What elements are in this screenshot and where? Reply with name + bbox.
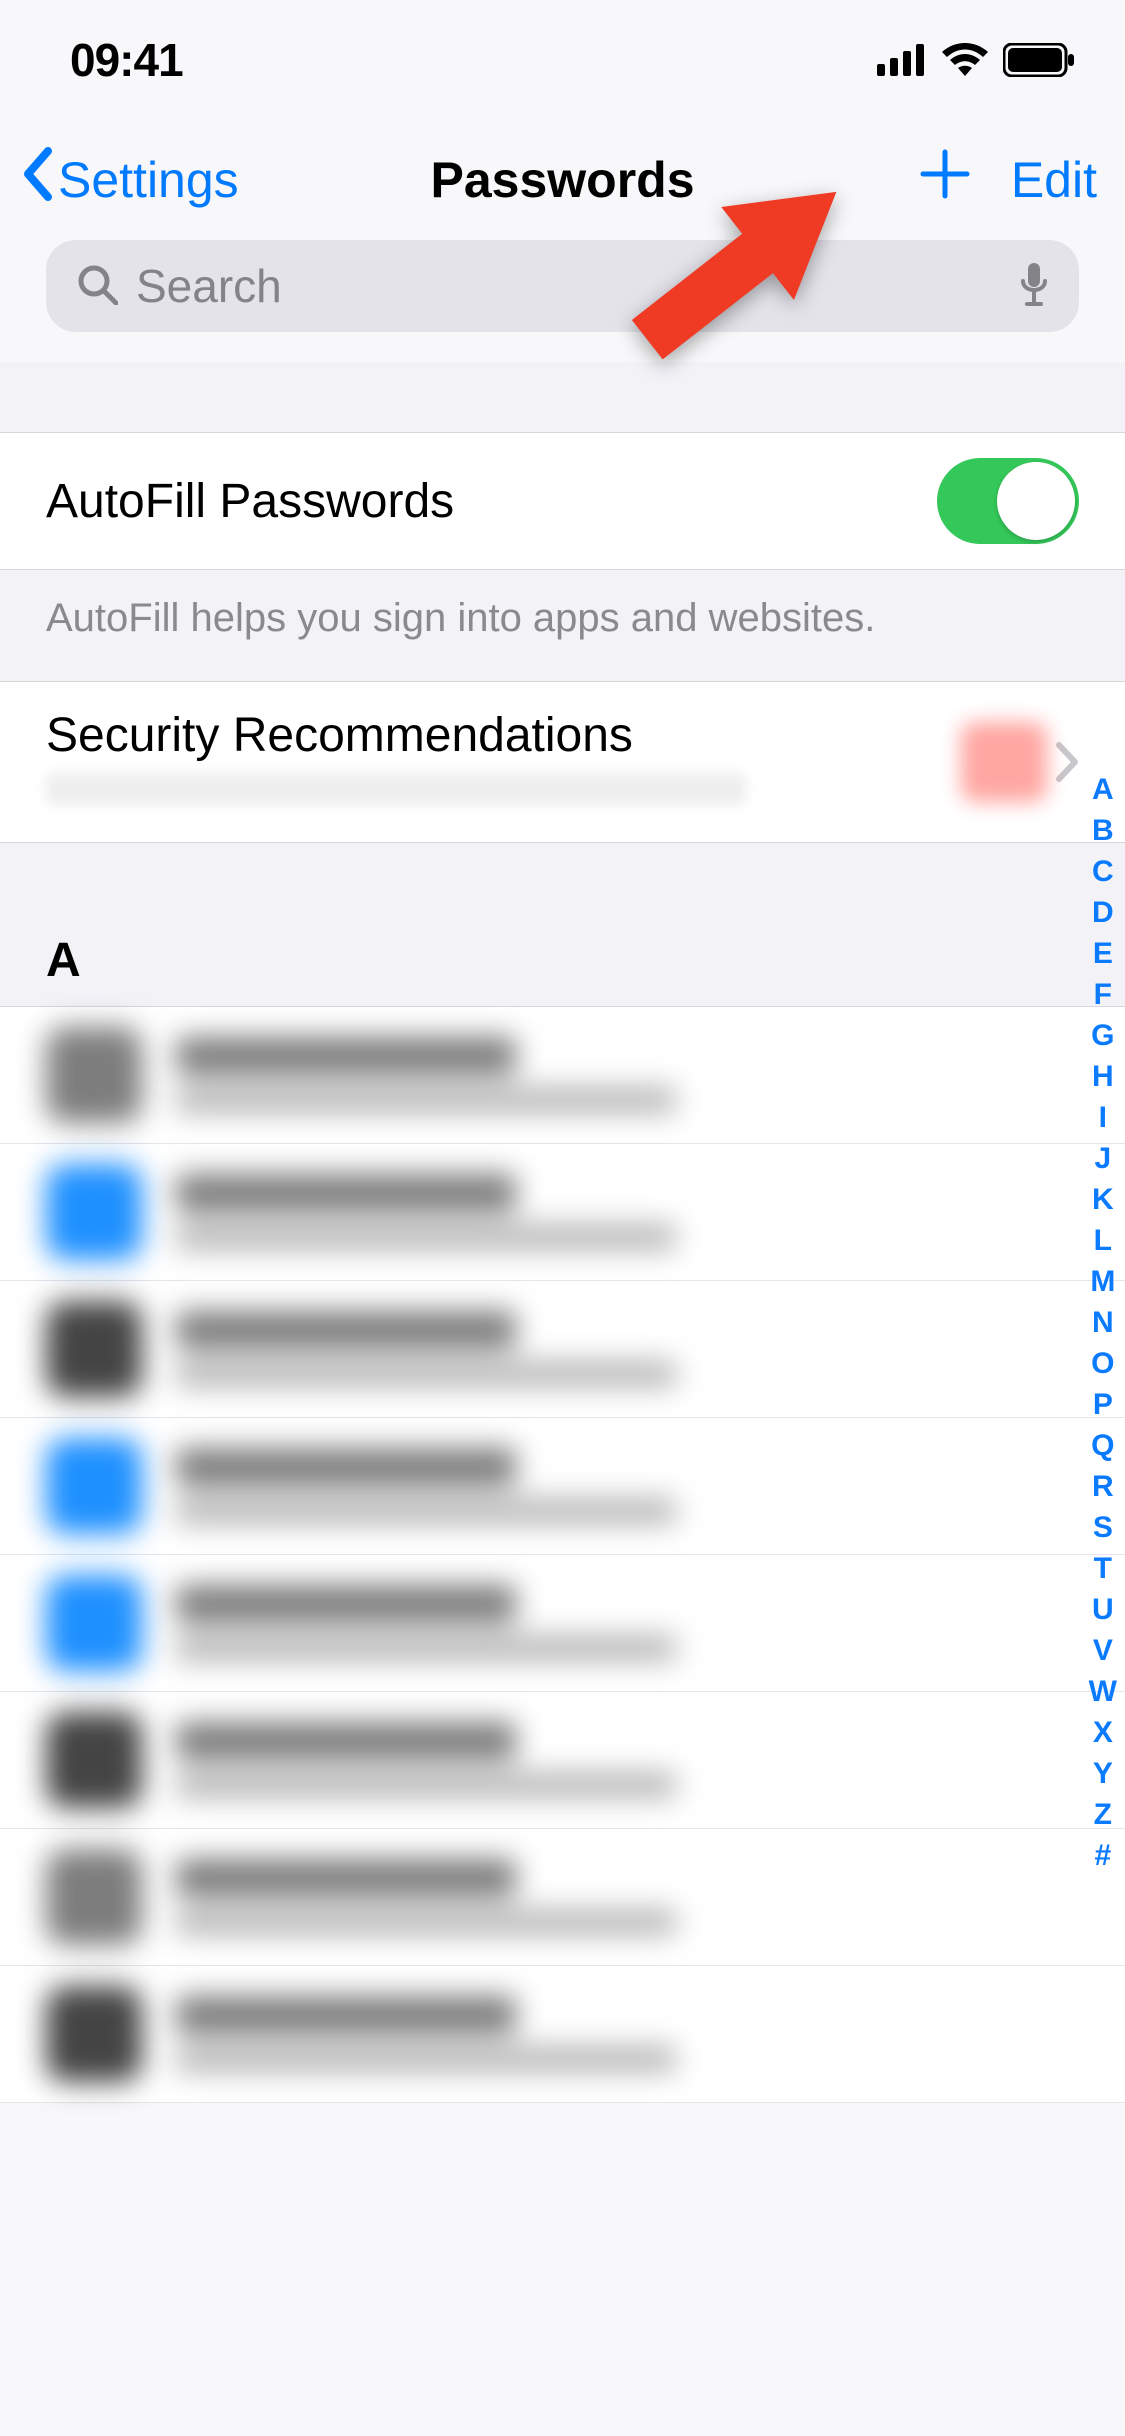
status-right [877, 43, 1075, 77]
site-icon [46, 1575, 142, 1671]
alpha-index-letter[interactable]: P [1093, 1385, 1113, 1424]
alpha-index-letter[interactable]: D [1092, 893, 1114, 932]
spacer [0, 362, 1125, 432]
password-row[interactable] [0, 1829, 1125, 1966]
chevron-right-icon [1055, 741, 1079, 783]
status-time: 09:41 [70, 33, 183, 87]
alpha-index-letter[interactable]: K [1092, 1180, 1114, 1219]
section-header-letter: A [0, 843, 1125, 1006]
autofill-note: AutoFill helps you sign into apps and we… [0, 570, 1125, 681]
dictation-button[interactable] [1019, 261, 1049, 312]
alpha-index-letter[interactable]: R [1092, 1467, 1114, 1506]
search-input[interactable]: Search [46, 240, 1079, 332]
alpha-index-letter[interactable]: L [1094, 1221, 1112, 1260]
wifi-icon [941, 43, 989, 77]
alpha-index-letter[interactable]: O [1091, 1344, 1114, 1383]
password-row-text [176, 1996, 676, 2072]
alpha-index-letter[interactable]: # [1094, 1836, 1111, 1875]
password-row-text [176, 1174, 676, 1250]
site-icon [46, 1438, 142, 1534]
site-icon [46, 1027, 142, 1123]
alpha-index-letter[interactable]: X [1093, 1713, 1113, 1752]
back-button[interactable]: Settings [20, 147, 239, 213]
screen: 09:41 Settings Passwords Edit [0, 0, 1125, 2436]
password-row[interactable] [0, 1007, 1125, 1144]
alpha-index-letter[interactable]: I [1099, 1098, 1107, 1137]
annotation-arrow [585, 130, 875, 425]
site-icon [46, 1164, 142, 1260]
search-icon [76, 263, 118, 310]
password-row[interactable] [0, 1281, 1125, 1418]
alpha-index-letter[interactable]: A [1092, 770, 1114, 809]
autofill-row: AutoFill Passwords [0, 433, 1125, 569]
alpha-index-letter[interactable]: Z [1094, 1795, 1112, 1834]
autofill-toggle[interactable] [937, 458, 1079, 544]
alpha-index-letter[interactable]: Q [1091, 1426, 1114, 1465]
security-title: Security Recommendations [46, 708, 746, 763]
security-recommendations-row[interactable]: Security Recommendations [0, 682, 1125, 842]
plus-icon [919, 148, 971, 200]
alpha-index-letter[interactable]: C [1092, 852, 1114, 891]
search-container: Search [0, 240, 1125, 362]
site-icon [46, 1986, 142, 2082]
security-count-badge [961, 722, 1047, 802]
alpha-index-letter[interactable]: J [1094, 1139, 1111, 1178]
alpha-index-letter[interactable]: T [1094, 1549, 1112, 1588]
alpha-index-letter[interactable]: U [1092, 1590, 1114, 1629]
nav-bar: Settings Passwords Edit [0, 120, 1125, 240]
password-row[interactable] [0, 1144, 1125, 1281]
password-row[interactable] [0, 1555, 1125, 1692]
site-icon [46, 1301, 142, 1397]
chevron-left-icon [20, 147, 54, 213]
alpha-index-letter[interactable]: W [1089, 1672, 1117, 1711]
password-row[interactable] [0, 1418, 1125, 1555]
alpha-index-letter[interactable]: V [1093, 1631, 1113, 1670]
status-bar: 09:41 [0, 0, 1125, 120]
password-row-text [176, 1585, 676, 1661]
password-row-text [176, 1311, 676, 1387]
alpha-index-letter[interactable]: Y [1093, 1754, 1113, 1793]
battery-icon [1003, 43, 1075, 77]
password-row[interactable] [0, 1966, 1125, 2103]
password-row-text [176, 1037, 676, 1113]
security-section: Security Recommendations [0, 681, 1125, 843]
alpha-index-letter[interactable]: E [1093, 934, 1113, 973]
alpha-index-letter[interactable]: G [1091, 1016, 1114, 1055]
back-label: Settings [58, 151, 239, 209]
security-subtitle-redacted [46, 773, 746, 805]
alpha-index-letter[interactable]: F [1094, 975, 1112, 1014]
password-row-text [176, 1722, 676, 1798]
alpha-index-letter[interactable]: M [1090, 1262, 1115, 1301]
password-row-text [176, 1448, 676, 1524]
alphabet-index[interactable]: ABCDEFGHIJKLMNOPQRSTUVWXYZ# [1089, 770, 1117, 1875]
autofill-section: AutoFill Passwords [0, 432, 1125, 570]
add-button[interactable] [919, 147, 971, 214]
alpha-index-letter[interactable]: N [1092, 1303, 1114, 1342]
cellular-icon [877, 44, 927, 76]
password-row-text [176, 1859, 676, 1935]
site-icon [46, 1712, 142, 1808]
alpha-index-letter[interactable]: B [1092, 811, 1114, 850]
autofill-label: AutoFill Passwords [46, 474, 454, 529]
edit-button[interactable]: Edit [1011, 151, 1097, 209]
password-row[interactable] [0, 1692, 1125, 1829]
alpha-index-letter[interactable]: S [1093, 1508, 1113, 1547]
password-list [0, 1006, 1125, 2103]
site-icon [46, 1849, 142, 1945]
toggle-knob [997, 462, 1075, 540]
alpha-index-letter[interactable]: H [1092, 1057, 1114, 1096]
microphone-icon [1019, 261, 1049, 307]
